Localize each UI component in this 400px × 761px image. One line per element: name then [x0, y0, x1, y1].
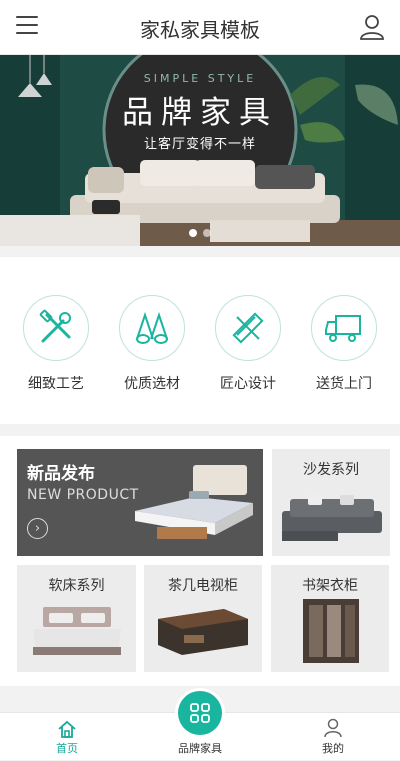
feature-row: 细致工艺 优质选材 匠心设计 送货 [0, 257, 400, 424]
top-header: 家私家具模板 [0, 0, 400, 55]
home-icon [57, 719, 77, 739]
truck-icon [324, 312, 364, 344]
feature-craft[interactable]: 细致工艺 [8, 295, 104, 393]
ruler-pencil-icon [229, 309, 267, 347]
carousel-dots[interactable] [0, 222, 400, 241]
bed-image [29, 603, 125, 663]
tv-cabinet-image [154, 605, 252, 659]
feature-label: 送货上门 [296, 373, 392, 393]
feature-label: 匠心设计 [200, 373, 296, 393]
new-product-subtitle: NEW PRODUCT [27, 487, 139, 503]
tab-home[interactable]: 首页 [17, 713, 117, 761]
bottom-tab-bar: 首页 品牌家具 我的 [0, 712, 400, 760]
tools-icon [37, 309, 75, 347]
tab-mine[interactable]: 我的 [283, 713, 383, 761]
user-icon [324, 718, 342, 738]
tile-label: 书架衣柜 [271, 575, 389, 595]
bed-series-tile[interactable]: 软床系列 [17, 565, 136, 672]
bed-image [135, 463, 255, 549]
feature-label: 优质选材 [104, 373, 200, 393]
user-icon[interactable] [360, 14, 384, 40]
feature-design[interactable]: 匠心设计 [200, 295, 296, 393]
sofa-image [280, 491, 384, 545]
tab-label: 首页 [17, 740, 117, 756]
tab-label: 我的 [283, 740, 383, 756]
wood-roll-icon [133, 309, 171, 347]
banner-subtitle: 让客厅变得不一样 [0, 133, 400, 152]
tile-label: 软床系列 [17, 575, 136, 595]
tile-label: 沙发系列 [272, 459, 390, 479]
banner-en-text: SIMPLE STYLE [0, 72, 400, 85]
product-grid: 新品发布 NEW PRODUCT › 沙发系列 软床系列 [0, 436, 400, 686]
new-product-tile[interactable]: 新品发布 NEW PRODUCT › [17, 449, 263, 556]
banner-title: 品牌家具 [0, 87, 400, 132]
arrow-right-icon[interactable]: › [27, 518, 48, 539]
grid-icon [189, 702, 211, 724]
tab-brand-furniture[interactable]: 品牌家具 [150, 713, 250, 761]
new-product-title: 新品发布 [27, 459, 95, 484]
tab-label: 品牌家具 [150, 740, 250, 756]
bookshelf-wardrobe-tile[interactable]: 书架衣柜 [271, 565, 389, 672]
brand-center-button[interactable] [178, 691, 222, 735]
wardrobe-image [301, 597, 361, 665]
tile-label: 茶几电视柜 [144, 575, 262, 595]
sofa-series-tile[interactable]: 沙发系列 [272, 449, 390, 556]
page-title: 家私家具模板 [0, 14, 400, 43]
tv-cabinet-tile[interactable]: 茶几电视柜 [144, 565, 262, 672]
hero-banner[interactable]: SIMPLE STYLE 品牌家具 让客厅变得不一样 [0, 55, 400, 246]
carousel-dot[interactable] [189, 229, 197, 237]
carousel-dot[interactable] [203, 229, 211, 237]
feature-delivery[interactable]: 送货上门 [296, 295, 392, 393]
feature-material[interactable]: 优质选材 [104, 295, 200, 393]
feature-label: 细致工艺 [8, 373, 104, 393]
